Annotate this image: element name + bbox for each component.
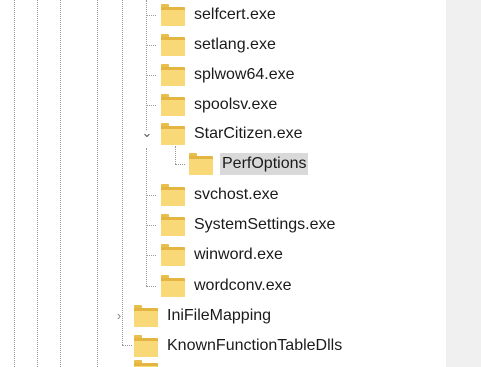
folder-icon [160,64,186,86]
tree-connector [146,45,156,46]
tree-item-label: wordconv.exe [194,277,292,294]
tree-item[interactable]: KnownFunctionTableDlls [133,331,344,361]
tree-item-label: setlang.exe [194,36,276,53]
tree-item[interactable]: splwow64.exe [160,60,297,90]
tree-guide-line [122,0,123,345]
tree-guide-line [97,0,98,367]
folder-icon [133,360,159,367]
tree-connector [146,255,156,256]
folder-icon [160,275,186,297]
expand-chevron-icon[interactable]: › [112,309,126,323]
tree-guide-line [146,148,147,286]
tree-item-label: SystemSettings.exe [194,216,336,233]
tree-item[interactable]: SystemSettings.exe [160,210,337,240]
tree-item-label: KnownFunctionTableDlls [167,337,343,354]
folder-icon [160,34,186,56]
tree-connector [122,345,132,346]
tree-item[interactable]: winword.exe [160,240,285,270]
collapse-chevron-icon[interactable]: ⌄ [140,126,154,140]
tree-item-label: splwow64.exe [194,66,295,83]
folder-icon [160,94,186,116]
tree-connector [146,75,156,76]
tree-item-label: StarCitizen.exe [194,125,303,142]
tree-item-partial[interactable] [133,360,159,367]
tree-connector [146,15,156,16]
tree-guide-line [60,0,61,367]
folder-icon [160,123,186,145]
folder-icon [133,305,159,327]
tree-item[interactable]: selfcert.exe [160,0,278,30]
tree-item-label: winword.exe [194,246,283,263]
tree-connector [146,225,156,226]
tree-item[interactable]: spoolsv.exe [160,90,279,120]
folder-icon [133,335,159,357]
tree-item-label: spoolsv.exe [194,96,278,113]
tree-connector [146,195,156,196]
tree-item[interactable]: setlang.exe [160,30,278,60]
registry-tree-view[interactable]: ⌄ › selfcert.exe setlang.exe splwow64.ex… [0,0,481,367]
folder-icon [160,4,186,26]
tree-item-collapsed[interactable]: IniFileMapping [133,301,273,331]
tree-item-expanded[interactable]: StarCitizen.exe [160,119,305,149]
tree-guide-line [37,0,38,367]
folder-icon [160,244,186,266]
tree-item-selected[interactable]: PerfOptions [188,149,309,179]
tree-item-label: svchost.exe [194,186,279,203]
folder-icon [160,214,186,236]
folder-icon [160,184,186,206]
vertical-scrollbar[interactable] [446,0,481,367]
tree-connector [175,164,185,165]
folder-icon [188,153,214,175]
tree-item-label: selfcert.exe [194,6,276,23]
tree-item-label: PerfOptions [220,153,309,175]
tree-item[interactable]: wordconv.exe [160,271,294,301]
tree-connector [146,105,156,106]
tree-item[interactable]: svchost.exe [160,180,280,210]
tree-guide-line [146,0,147,130]
tree-connector [146,286,156,287]
tree-item-label: IniFileMapping [167,307,272,324]
tree-guide-line [14,0,15,367]
